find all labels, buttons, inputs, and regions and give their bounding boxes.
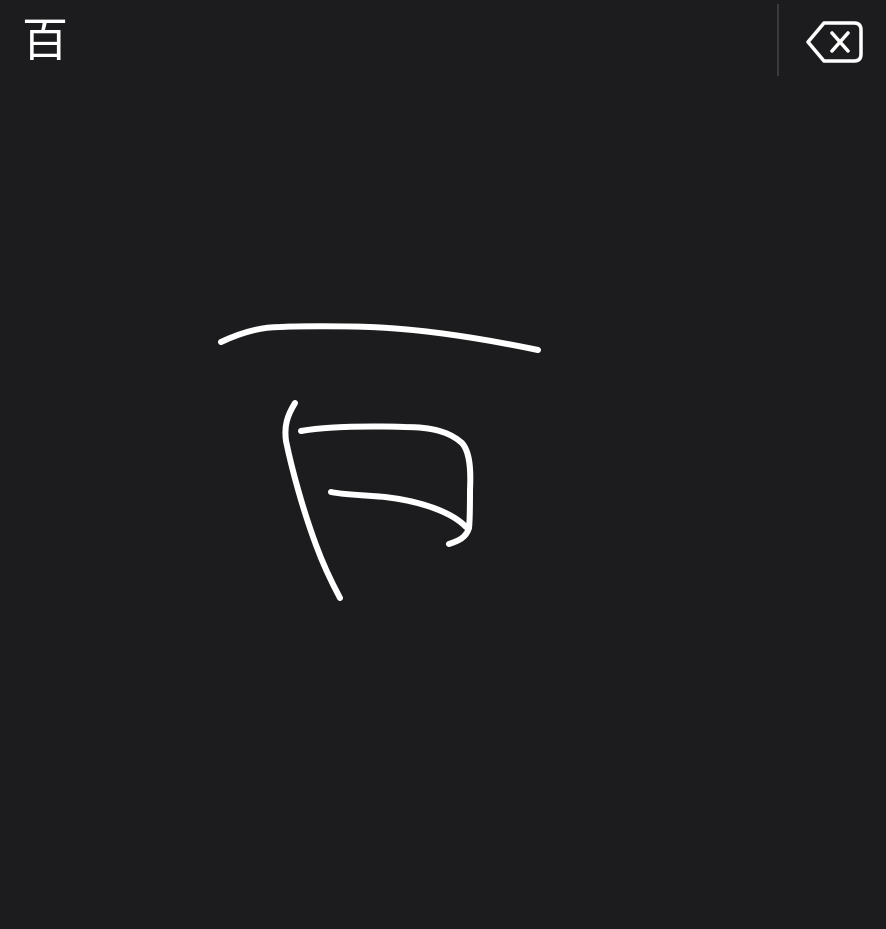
- handwriting-keyboard: 百: [0, 0, 886, 929]
- handwriting-strokes: [218, 323, 541, 601]
- handwriting-canvas[interactable]: [0, 84, 886, 929]
- candidate-character[interactable]: 百: [22, 10, 68, 70]
- stroke-1: [218, 323, 541, 353]
- stroke-3: [298, 423, 474, 547]
- divider: [777, 4, 779, 76]
- delete-button[interactable]: [800, 14, 870, 70]
- stroke-4: [328, 489, 469, 530]
- candidate-bar: 百: [0, 0, 886, 84]
- delete-backspace-icon: [806, 21, 863, 63]
